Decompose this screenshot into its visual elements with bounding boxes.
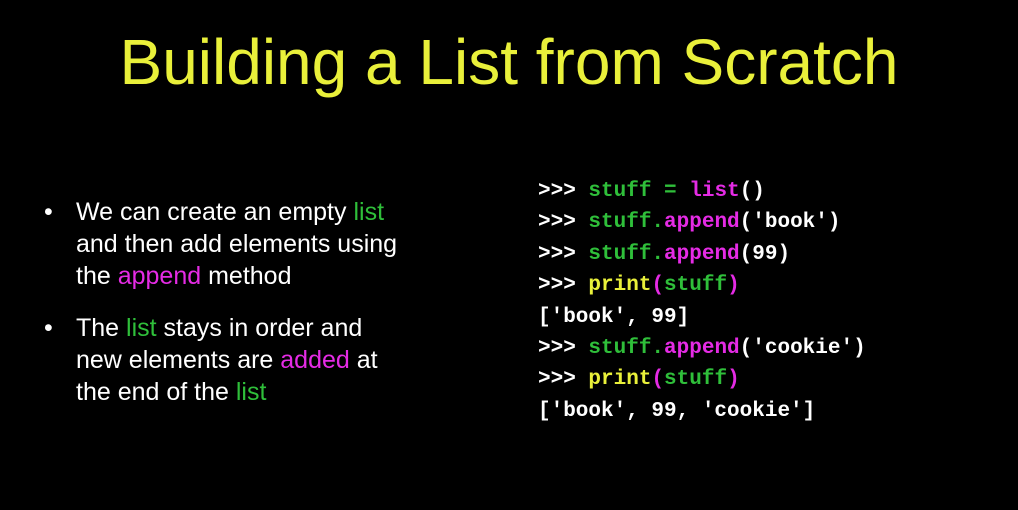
- bullet-text-segment: the end of the: [76, 378, 236, 406]
- code-token: (99): [739, 242, 791, 266]
- code-token: >>>: [538, 274, 589, 298]
- code-token: stuff: [588, 180, 652, 203]
- bullet-text-segment: added: [280, 346, 350, 374]
- bullet-text-segment: new elements are: [76, 346, 281, 374]
- bullet-text-segment: list: [353, 198, 385, 226]
- code-token: stuff.: [588, 336, 665, 360]
- code-line: >>> stuff.append('cookie'): [538, 333, 866, 364]
- slide-title: Building a List from Scratch: [119, 26, 899, 98]
- code-token: print: [588, 368, 652, 392]
- bullet-marker: •: [44, 314, 53, 342]
- code-line: ['book', 99, 'cookie']: [538, 396, 866, 427]
- code-block: >>> stuff = list() >>> stuff.append('book…: [538, 176, 866, 427]
- code-token: ('cookie'): [739, 336, 866, 360]
- code-token: stuff: [664, 274, 728, 298]
- code-token: ): [727, 368, 740, 392]
- code-line: ['book', 99]: [538, 302, 866, 333]
- bullet-list: • We can create an empty list and then add…: [44, 196, 484, 428]
- code-line: >>> print(stuff): [538, 364, 866, 395]
- code-token: ['book', 99, 'cookie']: [538, 399, 816, 423]
- bullet-marker: •: [44, 198, 53, 226]
- code-token: (: [651, 274, 665, 298]
- bullet-item: • The list stays in order and new elements…: [44, 312, 484, 408]
- code-token: stuff.: [588, 211, 665, 235]
- code-token: =: [664, 180, 677, 203]
- code-token: (): [739, 180, 765, 203]
- code-token: ('book'): [739, 211, 841, 235]
- code-token: >>>: [538, 336, 589, 360]
- code-line: >>> stuff.append('book'): [538, 207, 866, 238]
- bullet-text-segment: the: [76, 262, 118, 290]
- code-token: (: [651, 368, 665, 392]
- bullet-text-segment: list: [126, 314, 157, 342]
- code-token: append: [664, 211, 740, 235]
- bullet-text-segment: method: [201, 262, 292, 290]
- code-token: list: [689, 180, 740, 203]
- bullet-text-segment: The: [76, 314, 127, 342]
- code-token: stuff: [664, 368, 728, 392]
- code-token: >>>: [538, 211, 589, 235]
- bullet-text-segment: at: [349, 346, 378, 374]
- code-token: >>>: [538, 242, 589, 266]
- code-token: >>>: [538, 368, 589, 392]
- bullet-text-segment: list: [235, 378, 267, 406]
- code-line: >>> stuff = list(): [538, 176, 866, 207]
- code-token: >>>: [538, 180, 589, 203]
- bullet-text-segment: and then add elements using: [76, 230, 398, 258]
- bullet-text: We can create an empty list and then add …: [76, 196, 484, 292]
- bullet-text-segment: We can create an empty: [76, 198, 354, 226]
- code-line: >>> print(stuff): [538, 270, 866, 301]
- code-line: >>> stuff.append(99): [538, 239, 866, 270]
- code-token: ['book', 99]: [538, 305, 690, 329]
- code-token: ): [727, 274, 740, 298]
- bullet-text-segment: append: [117, 262, 202, 290]
- code-token: stuff.: [588, 242, 665, 266]
- bullet-text: The list stays in order and new elements …: [76, 312, 484, 408]
- bullet-text-segment: stays in order and: [156, 314, 363, 342]
- code-token: append: [664, 242, 740, 266]
- code-token: append: [664, 336, 740, 360]
- code-token: print: [588, 274, 652, 298]
- bullet-item: • We can create an empty list and then add…: [44, 196, 484, 292]
- slide: Building a List from Scratch • We can cre…: [0, 0, 1018, 510]
